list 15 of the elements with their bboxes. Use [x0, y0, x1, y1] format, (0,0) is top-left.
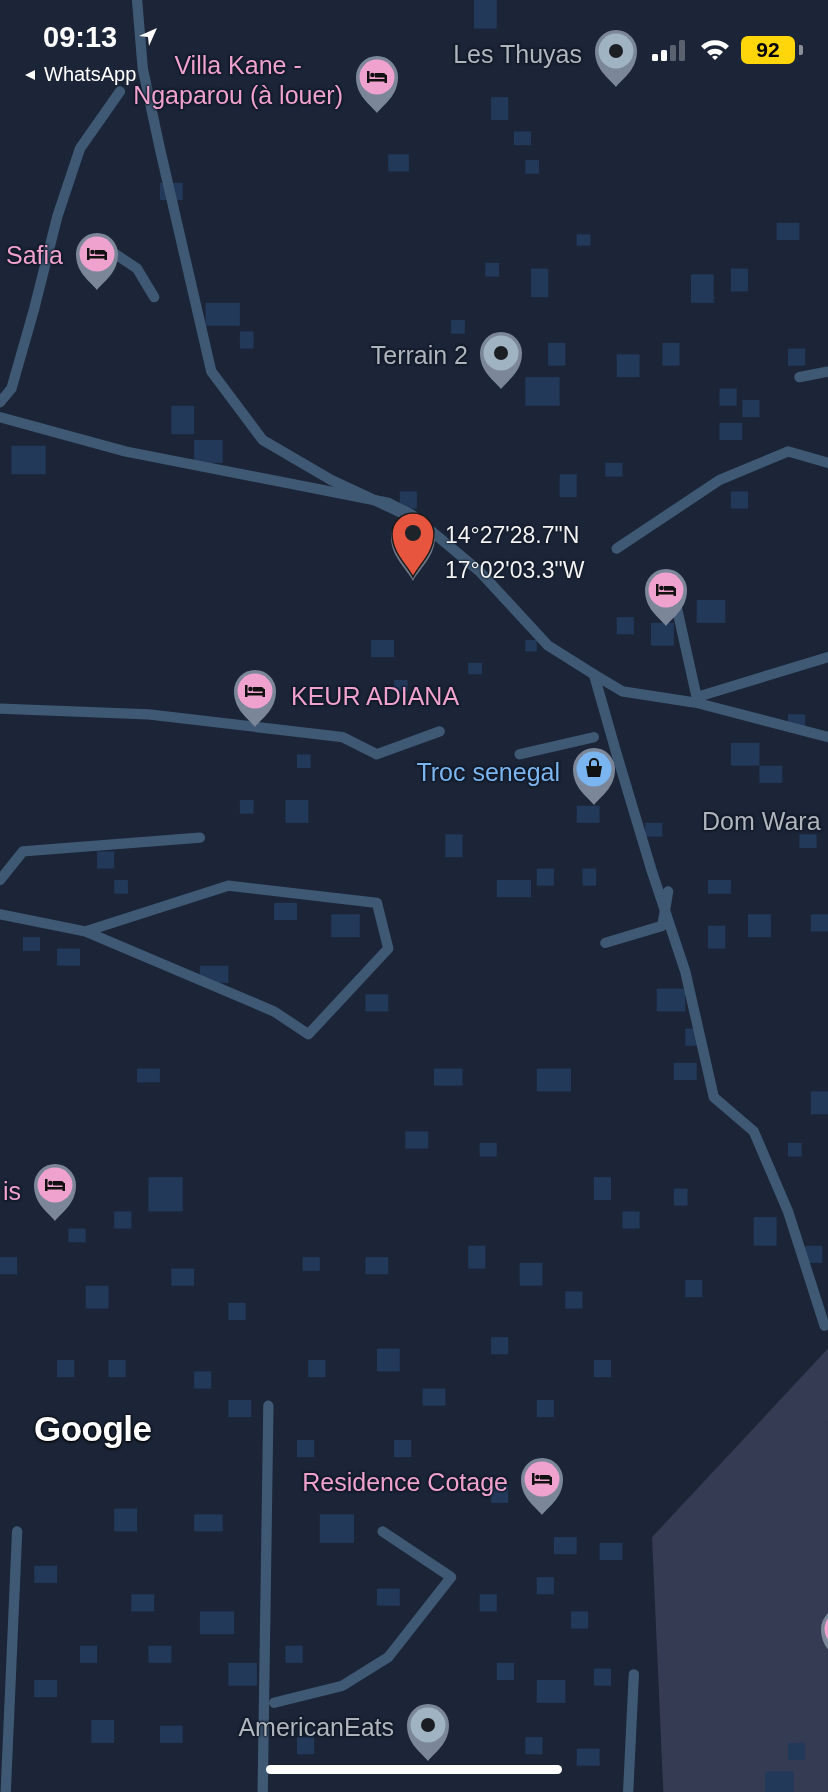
place-label[interactable]: AmericanEats: [238, 1712, 394, 1742]
battery-level: 92: [741, 36, 795, 64]
place-label[interactable]: Les Thuyas: [453, 39, 582, 69]
place-label[interactable]: Troc senegal: [416, 757, 560, 787]
place-label[interactable]: Terrain 2: [370, 340, 468, 370]
place-label[interactable]: Safia: [6, 240, 63, 270]
place-label[interactable]: Residence Cotage: [302, 1467, 508, 1497]
place-label[interactable]: Dom Wara: [702, 806, 821, 836]
place-label[interactable]: is: [2, 1176, 21, 1206]
place-label[interactable]: KEUR ADIANA: [291, 681, 460, 711]
map-attribution: Google: [34, 1409, 152, 1449]
coordinate-text: 14°27'28.7"N: [445, 521, 581, 550]
coordinate-text: 17°02'03.3"W: [445, 556, 585, 585]
place-label[interactable]: Villa Kane -: [174, 50, 302, 80]
status-time: 09:13: [43, 20, 118, 55]
